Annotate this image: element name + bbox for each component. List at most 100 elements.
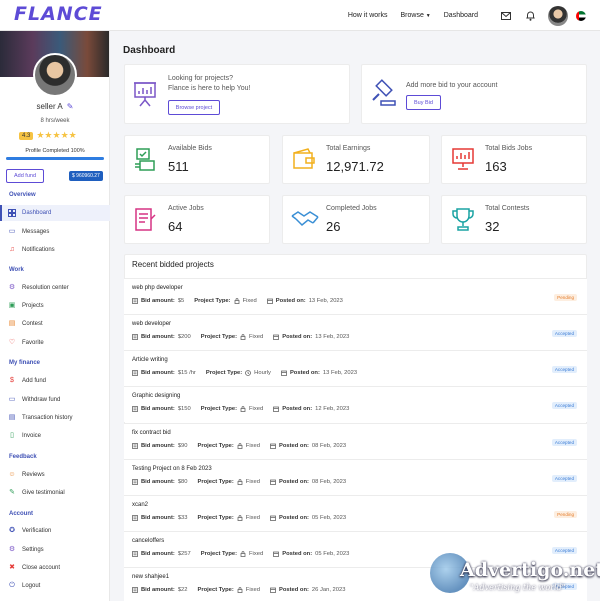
project-title[interactable]: new shahjee1 [132,574,169,580]
chat-icon: ▭ [8,228,16,235]
project-title[interactable]: web php developer [132,285,183,291]
project-row[interactable]: Graphic designing Bid amount: $150 Project … [124,386,587,422]
nav-how-it-works[interactable]: How it works [348,12,388,19]
sidebar-item-label: Logout [22,583,41,589]
project-title[interactable]: fix contract bid [132,430,171,436]
posted-on-value: 13 Feb, 2023 [322,370,358,376]
project-type-value: Fixed [242,298,257,304]
sidebar-item-label: Settings [22,547,44,553]
bid-amount-label: Bid amount: [141,443,175,449]
stat-value: 12,971.72 [326,159,384,174]
nav-browse[interactable]: Browse ▼ [401,12,431,19]
profile-progress-fill [6,157,104,160]
calendar-icon [273,551,280,557]
stat-active-jobs: Active Jobs 64 [124,195,270,244]
sidebar-item-label: Verification [22,528,52,534]
user-x-icon: ✖ [9,564,15,571]
flance-logo[interactable]: FLANCE [14,3,103,25]
project-meta: Bid amount: $33 Project Type: Fixed Posted o… [132,515,356,521]
sidebar-item-label: Projects [22,303,44,309]
project-title[interactable]: canceloffers [132,538,164,544]
project-meta: Bid amount: $200 Project Type: Fixed Posted … [132,334,359,340]
bids-icon [134,147,156,178]
project-type-label: Project Type: [200,551,238,557]
advertigo-watermark: Advertigo.net "Advertising the world" [430,553,600,597]
sidebar-item-withdraw-fund[interactable]: ▭ Withdraw fund [0,392,110,408]
sidebar-item-label: Add fund [22,378,47,384]
project-type-value: Fixed [249,551,264,557]
job-list-icon [134,207,156,238]
buy-bid-banner: Add more bid to your account Buy Bid [361,64,587,124]
project-title[interactable]: Testing Project on 8 Feb 2023 [132,466,212,472]
star-icon: ★ [36,130,45,140]
buy-bid-button[interactable]: Buy Bid [406,95,441,110]
sidebar-item-close-account[interactable]: ✖ Close account [0,560,110,576]
project-row[interactable]: fix contract bid Bid amount: $90 Project Ty… [124,423,587,459]
sidebar-item-give-testimonial[interactable]: ✎ Give testimonial [0,485,110,501]
mail-icon[interactable] [500,10,512,22]
stat-total-contests: Total Contests 32 [441,195,587,244]
bid-amount-value: $22 [177,587,188,593]
sidebar-item-label: Close account [22,565,61,571]
project-type-label: Project Type: [197,515,234,521]
project-title[interactable]: Article writing [132,357,168,363]
bid-amount-value: $200 [177,334,191,340]
sidebar-item-settings[interactable]: ⚙ Settings [0,542,110,558]
sidebar-item-label: Invoice [22,433,42,439]
project-title[interactable]: xcan2 [132,502,148,508]
project-row[interactable]: xcan2 Bid amount: $33 Project Type: Fixed Pos… [124,495,587,531]
stat-value: 32 [485,219,500,234]
profile-avatar [33,53,77,97]
sidebar-item-messages[interactable]: ▭ Messages [0,224,110,240]
sidebar-item-reviews[interactable]: ☺ Reviews [0,467,110,483]
sidebar-item-add-fund[interactable]: $ Add fund [0,373,110,389]
project-row[interactable]: web developer Bid amount: $200 Project Type… [124,314,587,350]
status-badge: Pending [554,294,577,301]
project-row[interactable]: Testing Project on 8 Feb 2023 Bid amount:… [124,459,587,495]
nav-dashboard[interactable]: Dashboard [444,12,478,19]
sidebar-item-label: Resolution center [22,285,69,291]
sidebar-item-notifications[interactable]: ♫ Notifications [0,242,110,258]
edit-pencil-icon[interactable]: ✎ [67,102,74,111]
sidebar-item-favorite[interactable]: ♡ Favorite [0,335,110,351]
calendar-icon [273,406,280,412]
star-icon: ★ [44,130,53,140]
sidebar-item-projects[interactable]: ▣ Projects [0,298,110,314]
status-badge: Accepted [551,475,577,482]
status-badge: Accepted [551,330,577,337]
lock-icon [237,587,243,593]
profile-completed-text: Profile Completed 100% [25,148,85,154]
bid-icon [132,551,138,557]
stat-total-earnings: Total Earnings 12,971.72 [282,135,430,184]
bell-icon[interactable] [524,10,536,22]
project-title[interactable]: web developer [132,321,171,327]
bid-amount-value: $150 [177,406,191,412]
user-avatar[interactable] [548,5,568,26]
project-row[interactable]: Article writing Bid amount: $15 /hr Project… [124,350,587,386]
project-meta: Bid amount: $80 Project Type: Fixed Posted o… [132,479,356,485]
add-fund-button[interactable]: Add fund [6,169,44,183]
sidebar-item-invoice[interactable]: ▯ Invoice [0,428,110,444]
section-feedback: Feedback [9,454,37,460]
sidebar-item-transaction-history[interactable]: ▤ Transaction history [0,410,110,426]
sidebar-item-label: Reviews [22,472,45,478]
posted-on-value: 05 Feb, 2023 [315,551,350,557]
sidebar-item-logout[interactable]: ⏻ Logout [0,578,110,594]
posted-on-label: Posted on: [282,334,313,340]
stat-label: Total Bids Jobs [485,145,533,152]
sidebar-item-verification[interactable]: ✪ Verification [0,523,110,539]
project-row[interactable]: web php developer Bid amount: $5 Project Ty… [124,278,587,314]
project-type-label: Project Type: [205,370,243,376]
bid-amount-label: Bid amount: [141,587,175,593]
sidebar-item-contest[interactable]: ▤ Contest [0,316,110,332]
project-title[interactable]: Graphic designing [132,393,180,399]
project-type-label: Project Type: [197,443,234,449]
heart-icon: ♡ [8,339,16,346]
status-badge: Accepted [551,402,577,409]
lock-icon [237,443,243,449]
uae-flag-icon[interactable] [576,10,586,21]
browse-project-button[interactable]: Browse project [168,100,220,115]
trophy-icon: ▤ [8,320,16,327]
sidebar-item-dashboard[interactable]: Dashboard [0,205,110,221]
sidebar-item-resolution-center[interactable]: ⚙ Resolution center [0,280,110,296]
